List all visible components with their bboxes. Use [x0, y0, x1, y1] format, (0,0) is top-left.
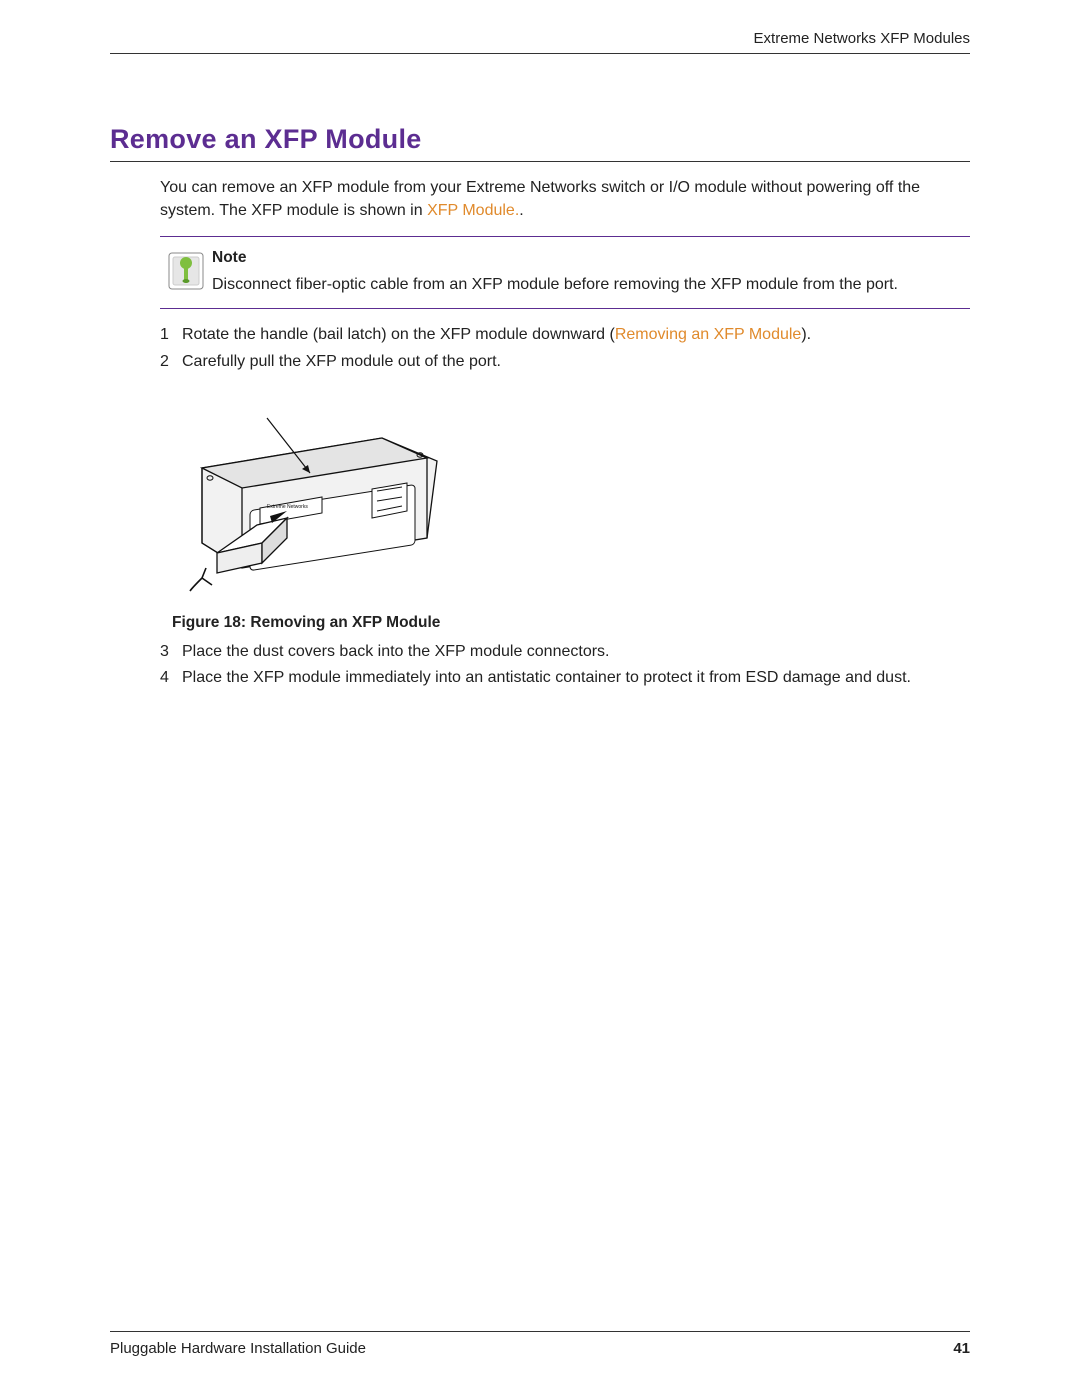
footer-page-number: 41	[953, 1340, 970, 1357]
step-text: Carefully pull the XFP module out of the…	[182, 353, 501, 370]
note-body: Disconnect fiber-optic cable from an XFP…	[212, 273, 898, 296]
svg-text:Extreme Networks: Extreme Networks	[267, 504, 308, 510]
running-header: Extreme Networks XFP Modules	[110, 30, 970, 54]
xfp-module-link[interactable]: XFP Module.	[427, 202, 519, 219]
figure-image: Extreme Networks	[172, 393, 970, 598]
section-title: Remove an XFP Module	[110, 124, 970, 162]
intro-text: You can remove an XFP module from your E…	[160, 179, 920, 219]
footer-doc-title: Pluggable Hardware Installation Guide	[110, 1340, 366, 1357]
page-footer: Pluggable Hardware Installation Guide 41	[110, 1331, 970, 1357]
step-item: Rotate the handle (bail latch) on the XF…	[160, 323, 970, 348]
step-text: Place the XFP module immediately into an…	[182, 669, 911, 686]
intro-paragraph: You can remove an XFP module from your E…	[160, 176, 970, 222]
page: Extreme Networks XFP Modules Remove an X…	[0, 0, 1080, 1397]
steps-list-b: Place the dust covers back into the XFP …	[160, 640, 970, 692]
step-text: Place the dust covers back into the XFP …	[182, 643, 610, 660]
note-title: Note	[212, 247, 898, 269]
note-content: Note Disconnect fiber-optic cable from a…	[212, 247, 898, 296]
figure-caption: Figure 18: Removing an XFP Module	[172, 614, 970, 632]
note-block: Note Disconnect fiber-optic cable from a…	[160, 236, 970, 309]
step-item: Place the dust covers back into the XFP …	[160, 640, 970, 665]
step-text: Rotate the handle (bail latch) on the XF…	[182, 326, 615, 343]
step-item: Place the XFP module immediately into an…	[160, 666, 970, 691]
note-icon	[160, 247, 212, 296]
removing-xfp-link[interactable]: Removing an XFP Module	[615, 326, 801, 343]
step-item: Carefully pull the XFP module out of the…	[160, 350, 970, 375]
steps-list-a: Rotate the handle (bail latch) on the XF…	[160, 323, 970, 375]
intro-text-after: .	[519, 202, 523, 219]
step-text-after: ).	[801, 326, 811, 343]
